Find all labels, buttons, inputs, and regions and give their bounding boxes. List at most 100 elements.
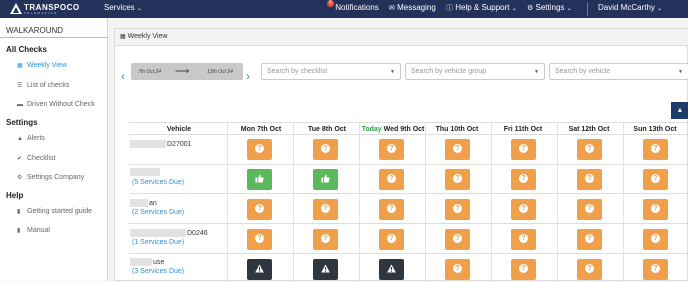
sidebar-item-label: Alerts [27,135,45,142]
vehicle-name-text: an [149,199,157,207]
check-status-cell[interactable]: ? [313,199,338,220]
check-status-cell[interactable] [247,259,272,280]
grid-divider [491,122,492,282]
check-status-cell[interactable] [313,169,338,190]
row-divider [129,253,688,254]
services-due-link[interactable]: (2 Services Due) [132,209,184,216]
question-icon: ? [585,264,594,273]
check-status-cell[interactable]: ? [247,139,272,160]
sidebar-item-list-of-checks[interactable]: ☰ List of checks [17,82,69,89]
check-status-cell[interactable] [379,259,404,280]
check-status-cell[interactable]: ? [511,259,536,280]
question-icon: ? [387,204,396,213]
check-status-cell[interactable]: ? [379,229,404,250]
check-status-cell[interactable]: ? [247,229,272,250]
export-button[interactable]: ▲ [671,102,688,119]
check-status-cell[interactable]: ? [445,229,470,250]
check-status-cell[interactable]: ? [379,169,404,190]
check-status-cell[interactable]: ? [577,199,602,220]
sidebar-item-settings-company[interactable]: ⚙ Settings Company [17,174,84,181]
check-status-cell[interactable]: ? [379,199,404,220]
redacted-text [130,229,186,237]
sidebar-item-manual[interactable]: ▮ Manual [17,227,50,234]
notifications-link[interactable]: Notifications [325,3,379,12]
sidebar-item-alerts[interactable]: ▲ Alerts [17,135,45,142]
gear-icon: ⚙ [527,5,534,12]
grid-divider [557,122,558,282]
sidebar-item-label: Settings Company [27,174,85,181]
grid-divider [623,122,624,282]
help-support-menu[interactable]: ⓘ Help & Support ⌄ [446,3,517,13]
check-status-cell[interactable]: ? [511,169,536,190]
sidebar: WALKAROUND All Checks ▦ Weekly View ☰ List… [0,18,108,281]
check-status-cell[interactable]: ? [511,139,536,160]
sidebar-item-label: Driven Without Check [27,101,95,108]
messaging-link[interactable]: ✉ Messaging [389,3,436,12]
check-status-cell[interactable]: ? [643,139,668,160]
question-icon: ? [453,144,462,153]
check-status-cell[interactable]: ? [511,199,536,220]
check-status-cell[interactable]: ? [445,169,470,190]
check-status-cell[interactable]: ? [379,139,404,160]
sidebar-item-checklist[interactable]: ✔ Checklist [17,155,55,162]
grid-divider [425,122,426,282]
check-status-cell[interactable]: ? [445,259,470,280]
vehicle-name-text: D0246 [187,229,208,237]
services-label: Services [104,3,135,12]
caret-down-icon: ▼ [534,69,539,75]
vehicle-group-select-placeholder: Search by vehicle group [411,68,487,75]
check-status-cell[interactable]: ? [643,229,668,250]
sidebar-item-weekly-view[interactable]: ▦ Weekly View [17,62,67,69]
caret-down-icon: ▼ [390,69,395,75]
brand-logo[interactable]: TRANSPOCO TELEMATICS [24,3,80,15]
check-status-cell[interactable]: ? [445,199,470,220]
next-week-icon[interactable]: › [246,69,250,83]
vehicle-name-text: use [153,258,165,266]
book-icon: ▮ [17,209,21,215]
column-header-today: Today Wed 9th Oct [361,126,425,133]
check-status-cell[interactable]: ? [577,259,602,280]
check-status-cell[interactable]: ? [511,229,536,250]
date-range-picker[interactable]: 7th Oct 24 ⟶ 13th Oct 24 [131,63,243,80]
vehicle-group-select[interactable]: Search by vehicle group ▼ [405,63,545,80]
question-icon: ? [387,174,396,183]
check-status-cell[interactable]: ? [643,199,668,220]
user-menu[interactable]: David McCarthy ⌄ [598,3,662,12]
top-navbar: TRANSPOCO TELEMATICS Services ⌄ 6 Notifi… [0,0,688,18]
navbar-divider [587,2,588,16]
question-icon: ? [651,234,660,243]
check-status-cell[interactable]: ? [643,259,668,280]
settings-menu[interactable]: ⚙ Settings ⌄ [527,3,572,12]
check-status-cell[interactable] [247,169,272,190]
check-status-cell[interactable]: ? [313,229,338,250]
help-circle-icon: ⓘ [446,5,453,12]
sidebar-item-getting-started-guide[interactable]: ▮ Getting started guide [17,208,92,215]
checklist-select[interactable]: Search by checklist ▼ [261,63,401,80]
question-icon: ? [519,264,528,273]
question-icon: ? [255,204,264,213]
column-header-day: Fri 11th Oct [503,126,543,133]
vehicle-select[interactable]: Search by vehicle ▼ [549,63,688,80]
chevron-down-icon: ⌄ [136,6,142,12]
check-status-cell[interactable]: ? [445,139,470,160]
services-due-link[interactable]: (5 Services Due) [132,179,184,186]
check-status-cell[interactable] [313,259,338,280]
check-status-cell[interactable]: ? [577,139,602,160]
table-top-border [129,122,688,123]
previous-week-icon[interactable]: ‹ [121,69,125,83]
date-from: 7th Oct 24 [138,69,162,75]
check-status-cell[interactable]: ? [313,139,338,160]
services-due-link[interactable]: (1 Services Due) [132,239,184,246]
check-status-cell[interactable]: ? [247,199,272,220]
services-menu[interactable]: Services ⌄ [104,3,142,12]
check-status-cell[interactable]: ? [577,229,602,250]
vehicle-name-text: D27001 [167,140,192,148]
check-status-cell[interactable]: ? [643,169,668,190]
sidebar-item-driven-without-check[interactable]: ▬ Driven Without Check [17,101,95,108]
check-status-cell[interactable]: ? [577,169,602,190]
row-divider [129,223,688,224]
question-icon: ? [387,144,396,153]
services-due-link[interactable]: (3 Services Due) [132,268,184,275]
calendar-icon: ▦ [17,63,23,69]
grid-divider [359,122,360,282]
